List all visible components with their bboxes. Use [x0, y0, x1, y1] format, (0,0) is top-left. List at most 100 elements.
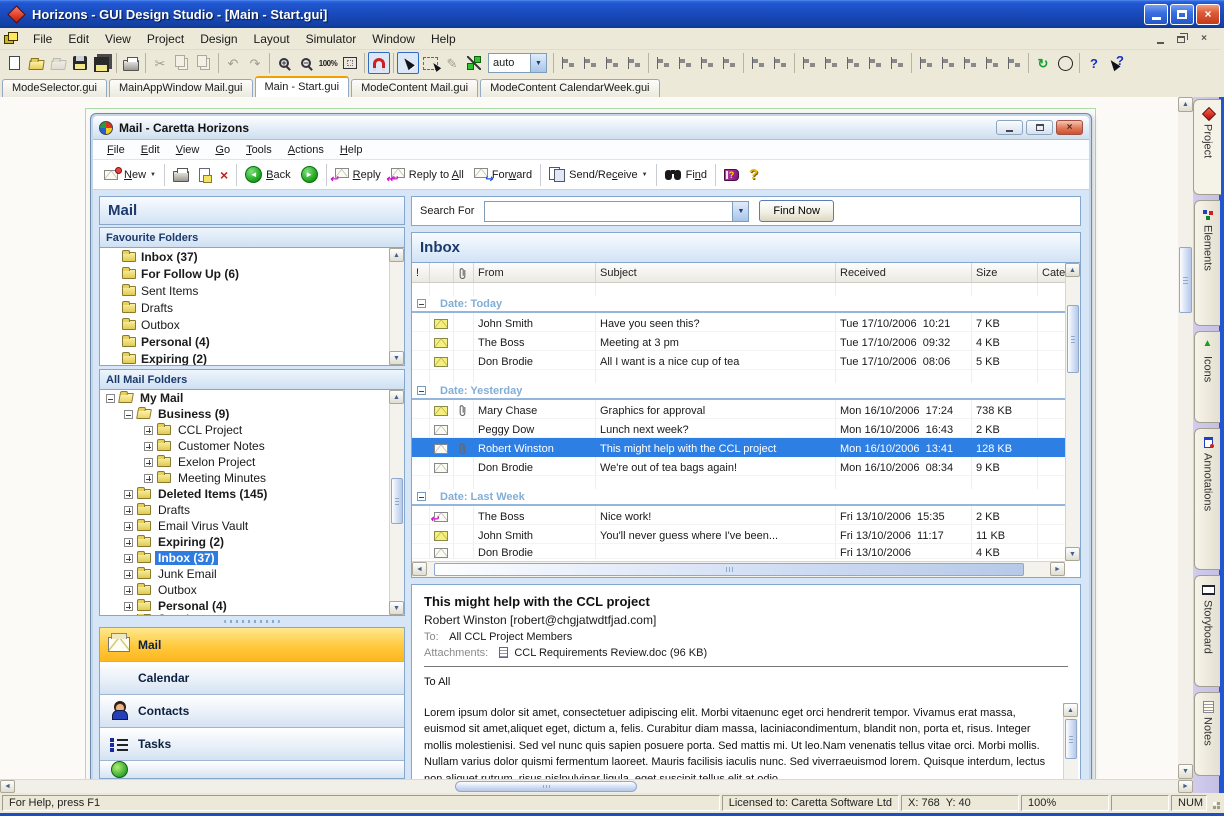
column-header-received[interactable]: Received [836, 263, 972, 282]
scroll-left-icon[interactable]: ◄ [412, 562, 427, 576]
message-row-john-smith[interactable]: John SmithHave you seen this?Tue 17/10/2… [412, 313, 1065, 332]
make-same-size-icon[interactable] [842, 52, 864, 74]
nav-button-partial[interactable] [100, 760, 404, 778]
expand-icon[interactable] [124, 615, 133, 617]
scroll-up-icon[interactable]: ▲ [389, 248, 404, 262]
message-row-peggy-dow[interactable]: Peggy DowLunch next week?Mon 16/10/2006 … [412, 419, 1065, 438]
scroll-up-icon[interactable]: ▲ [389, 390, 404, 404]
favourite-folder-personal-4[interactable]: Personal (4) [100, 333, 404, 350]
connector-tool-icon[interactable] [463, 52, 485, 74]
tree-scrollbar[interactable]: ▲▼ [389, 390, 404, 615]
side-tab-icons[interactable]: Icons [1194, 331, 1220, 423]
scroll-right-icon[interactable]: ► [1050, 562, 1065, 576]
group-header-date-last-week[interactable]: Date: Last Week [412, 489, 1065, 506]
select-elements-tool-icon[interactable] [419, 52, 441, 74]
tree-item-meeting-minutes[interactable]: Meeting Minutes [100, 470, 404, 486]
menu-window[interactable]: Window [364, 29, 423, 49]
scrollbar-thumb[interactable] [434, 563, 1024, 576]
mail-menu-help[interactable]: Help [332, 142, 371, 158]
favourite-folder-sent-items[interactable]: Sent Items [100, 282, 404, 299]
message-row-don-brodie[interactable]: Don BrodieFri 13/10/20064 KB [412, 544, 1065, 559]
side-tab-project[interactable]: Project [1193, 99, 1221, 195]
side-tab-elements[interactable]: Elements [1194, 200, 1220, 326]
find-now-button[interactable]: Find Now [759, 200, 833, 222]
move-to-folder-button[interactable] [194, 165, 215, 185]
tree-item-drafts[interactable]: Drafts [100, 502, 404, 518]
message-row-don-brodie[interactable]: Don BrodieWe're out of tea bags again!Mo… [412, 457, 1065, 476]
expand-icon[interactable] [124, 554, 133, 563]
back-button[interactable]: ◄Back [240, 163, 295, 186]
message-row-the-boss[interactable]: ↩The BossNice work!Fri 13/10/2006 15:352… [412, 506, 1065, 525]
align-bottom-edges-icon[interactable] [623, 52, 645, 74]
menu-project[interactable]: Project [139, 29, 192, 49]
scroll-down-icon[interactable]: ▼ [1065, 547, 1080, 561]
message-row-mary-chase[interactable]: Mary ChaseGraphics for approvalMon 16/10… [412, 400, 1065, 419]
scroll-down-icon[interactable]: ▼ [389, 601, 404, 615]
tree-item-my-mail[interactable]: My Mail [100, 390, 404, 406]
doc-tab-mainappwindow-mail-gui[interactable]: MainAppWindow Mail.gui [109, 79, 253, 97]
tree-item-personal-4[interactable]: Personal (4) [100, 598, 404, 614]
side-tab-annotations[interactable]: Annotations [1194, 428, 1220, 570]
preview-attachment[interactable]: CCL Requirements Review.doc (96 KB) [514, 647, 707, 659]
message-row-don-brodie[interactable]: Don BrodieAll I want is a nice cup of te… [412, 351, 1065, 370]
tree-item-junk-email[interactable]: Junk Email [100, 566, 404, 582]
nav-button-tasks[interactable]: Tasks [100, 727, 404, 760]
favourite-folder-inbox-37[interactable]: Inbox (37) [100, 248, 404, 265]
doc-tab-modecontent-mail-gui[interactable]: ModeContent Mail.gui [351, 79, 478, 97]
menu-file[interactable]: File [25, 29, 60, 49]
tree-item-inbox-37[interactable]: Inbox (37) [100, 550, 404, 566]
help-icon[interactable]: ? [1083, 52, 1105, 74]
column-header-attachment[interactable] [454, 263, 474, 282]
space-evenly-down-icon[interactable] [674, 52, 696, 74]
replace-elements-icon[interactable] [1003, 52, 1025, 74]
tree-item-customer-notes[interactable]: Customer Notes [100, 438, 404, 454]
forward-button[interactable]: ↪Forward [469, 165, 537, 184]
mail-menu-view[interactable]: View [168, 142, 208, 158]
bring-forward-icon[interactable] [959, 52, 981, 74]
align-top-edges-icon[interactable] [601, 52, 623, 74]
mdi-close-button[interactable]: × [1194, 30, 1214, 47]
send-backward-icon[interactable] [981, 52, 1003, 74]
tree-item-expiring-2[interactable]: Expiring (2) [100, 534, 404, 550]
zoom-fit-icon[interactable] [339, 52, 361, 74]
print-button[interactable] [168, 164, 194, 185]
side-tab-storyboard[interactable]: Storyboard [1194, 575, 1220, 687]
context-help-icon[interactable] [1105, 52, 1127, 74]
search-input[interactable] [484, 201, 732, 222]
expand-icon[interactable] [144, 426, 153, 435]
menu-view[interactable]: View [97, 29, 139, 49]
new-message-button[interactable]: New▼ [99, 166, 161, 184]
close-button[interactable]: × [1196, 4, 1220, 25]
mail-maximize-button[interactable] [1026, 120, 1053, 135]
menu-layout[interactable]: Layout [246, 29, 298, 49]
find-button[interactable]: Find [660, 165, 712, 184]
zoom-level-value[interactable]: auto [488, 53, 530, 73]
expand-icon[interactable] [144, 474, 153, 483]
tree-item-business-9[interactable]: Business (9) [100, 406, 404, 422]
scroll-left-icon[interactable]: ◄ [0, 780, 15, 793]
tree-item-email-virus-vault[interactable]: Email Virus Vault [100, 518, 404, 534]
zoom-level-combo[interactable]: auto▼ [488, 53, 547, 73]
new-document-icon[interactable] [3, 52, 25, 74]
scrollbar-thumb[interactable] [1179, 247, 1192, 313]
expand-icon[interactable] [124, 506, 133, 515]
snap-magnet-icon[interactable] [368, 52, 390, 74]
center-horizontally-icon[interactable] [864, 52, 886, 74]
mail-menu-go[interactable]: Go [207, 142, 238, 158]
tree-item-ccl-project[interactable]: CCL Project [100, 422, 404, 438]
scrollbar-thumb[interactable] [1065, 719, 1077, 759]
align-left-edges-icon[interactable] [557, 52, 579, 74]
search-combo[interactable]: ▼ [484, 201, 749, 222]
message-row-the-boss[interactable]: The BossMeeting at 3 pmTue 17/10/2006 09… [412, 332, 1065, 351]
zoom-in-icon[interactable]: + [273, 52, 295, 74]
sidebar-splitter[interactable] [99, 616, 405, 627]
collapse-icon[interactable] [417, 386, 426, 395]
maximize-button[interactable] [1170, 4, 1194, 25]
set-spacing-horizontal-icon[interactable] [747, 52, 769, 74]
mail-mockup-window[interactable]: Mail - Caretta Horizons × FileEditViewGo… [90, 113, 1092, 779]
make-same-height-icon[interactable] [820, 52, 842, 74]
expand-icon[interactable] [124, 490, 133, 499]
menu-simulator[interactable]: Simulator [298, 29, 365, 49]
expand-icon[interactable] [124, 538, 133, 547]
scroll-up-icon[interactable]: ▲ [1065, 263, 1080, 277]
